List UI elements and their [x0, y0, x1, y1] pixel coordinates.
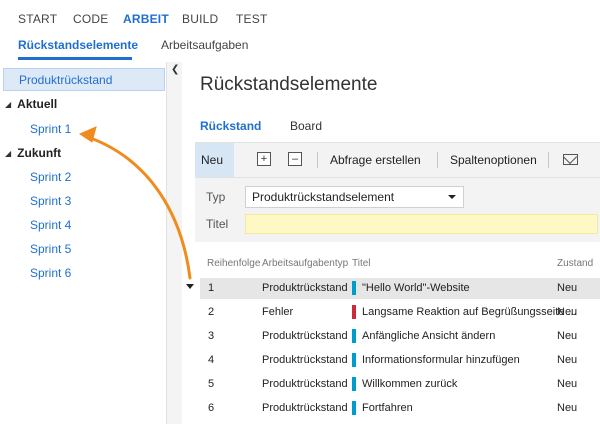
cell-order: 2: [208, 306, 215, 318]
expanded-triangle-icon[interactable]: ◢: [5, 149, 11, 158]
backlog-tree-pane: [0, 62, 182, 424]
cell-type: Produktrückstand: [262, 354, 348, 366]
nav-test[interactable]: TEST: [236, 12, 267, 26]
column-header-type[interactable]: Arbeitsaufgabentyp: [262, 258, 348, 269]
cell-order: 6: [208, 402, 215, 414]
create-query-button[interactable]: Abfrage erstellen: [330, 153, 421, 167]
nav-arbeit[interactable]: ARBEIT: [123, 12, 169, 26]
table-row[interactable]: 5 Produktrückstand Willkommen zurück Neu: [200, 374, 600, 395]
tree-item-sprint-3[interactable]: Sprint 3: [30, 194, 71, 208]
tab-rueckstand[interactable]: Rückstand: [200, 119, 261, 133]
cell-title[interactable]: Informationsformular hinzufügen: [362, 354, 520, 366]
active-subtab-indicator: [18, 57, 132, 60]
pane-collapse-bar[interactable]: ❮: [166, 62, 182, 424]
cell-type: Produktrückstand: [262, 330, 348, 342]
cell-type: Produktrückstand: [262, 282, 348, 294]
column-header-order[interactable]: Reihenfolge: [207, 258, 260, 269]
top-navigation: START CODE ARBEIT BUILD TEST Rückstandse…: [0, 0, 600, 62]
toolbar-divider: [317, 152, 318, 168]
table-row[interactable]: 1 Produktrückstand "Hello World"-Website Ne…: [200, 278, 600, 299]
tree-group-label: Aktuell: [17, 97, 58, 111]
tree-item-sprint-4[interactable]: Sprint 4: [30, 218, 71, 232]
tree-item-sprint-2[interactable]: Sprint 2: [30, 170, 71, 184]
cell-state: Neu: [557, 354, 578, 366]
expanded-triangle-icon[interactable]: ◢: [5, 100, 11, 109]
collapse-all-icon[interactable]: –: [288, 152, 302, 166]
column-header-state[interactable]: Zustand: [557, 258, 593, 269]
title-label: Titel: [206, 217, 229, 231]
table-row[interactable]: 3 Produktrückstand Anfängliche Ansicht änd…: [200, 326, 600, 347]
cell-type: Produktrückstand: [262, 402, 348, 414]
work-item-type-select[interactable]: Produktrückstandselement: [245, 186, 464, 208]
cell-state: Neu: [557, 378, 578, 390]
new-button[interactable]: Neu: [195, 143, 234, 177]
chevron-left-icon[interactable]: ❮: [171, 64, 179, 75]
table-row[interactable]: 4 Produktrückstand Informationsformular hi…: [200, 350, 600, 371]
cell-type: Fehler: [262, 306, 294, 318]
tab-board[interactable]: Board: [290, 119, 322, 133]
column-header-title[interactable]: Titel: [352, 258, 371, 269]
cell-title[interactable]: Fortfahren: [362, 402, 413, 414]
cell-state: Neu: [557, 306, 578, 318]
expand-all-icon[interactable]: +: [257, 152, 271, 166]
cell-title[interactable]: Willkommen zurück: [362, 378, 457, 390]
subtab-arbeitsaufgaben[interactable]: Arbeitsaufgaben: [161, 38, 248, 52]
work-item-color-bar: [352, 353, 356, 367]
cell-title[interactable]: Anfängliche Ansicht ändern: [362, 330, 495, 342]
toolbar-divider: [548, 152, 549, 168]
table-row[interactable]: 2 Fehler Langsame Reaktion auf Begrüßungss…: [200, 302, 600, 323]
tree-group-zukunft[interactable]: ◢ Zukunft: [5, 146, 61, 160]
toolbar-divider: [437, 152, 438, 168]
tree-group-label: Zukunft: [17, 146, 62, 160]
work-item-color-bar: [352, 281, 356, 295]
work-item-color-bar: [352, 305, 356, 319]
column-options-button[interactable]: Spaltenoptionen: [450, 153, 537, 167]
cell-state: Neu: [557, 330, 578, 342]
subtab-rueckstandselemente[interactable]: Rückstandselemente: [18, 38, 138, 52]
work-item-type-value: Produktrückstandselement: [252, 190, 395, 204]
nav-code[interactable]: CODE: [73, 12, 108, 26]
tree-group-aktuell[interactable]: ◢ Aktuell: [5, 97, 57, 111]
work-item-color-bar: [352, 377, 356, 391]
cell-order: 1: [208, 282, 215, 294]
current-row-pointer-icon: [186, 284, 194, 289]
type-label: Typ: [206, 190, 226, 204]
cell-order: 5: [208, 378, 215, 390]
tree-item-sprint-1[interactable]: Sprint 1: [30, 122, 71, 136]
cell-title[interactable]: Langsame Reaktion auf Begrüßungsseite ..…: [362, 306, 577, 318]
cell-type: Produktrückstand: [262, 378, 348, 390]
tree-item-produktrueckstand[interactable]: Produktrückstand: [3, 68, 165, 91]
tree-item-sprint-5[interactable]: Sprint 5: [30, 242, 71, 256]
cell-state: Neu: [557, 402, 578, 414]
work-item-color-bar: [352, 329, 356, 343]
table-row[interactable]: 6 Produktrückstand Fortfahren Neu: [200, 398, 600, 419]
dropdown-caret-icon[interactable]: [448, 195, 456, 199]
mail-icon[interactable]: [563, 154, 578, 165]
page-title: Rückstandselemente: [200, 74, 378, 95]
quick-add-panel: Typ Produktrückstandselement Titel: [195, 178, 600, 242]
nav-build[interactable]: BUILD: [182, 12, 218, 26]
cell-title[interactable]: "Hello World"-Website: [362, 282, 470, 294]
title-input[interactable]: [245, 214, 598, 234]
backlog-toolbar: Neu + – Abfrage erstellen Spaltenoptione…: [195, 142, 600, 178]
tree-item-sprint-6[interactable]: Sprint 6: [30, 266, 71, 280]
cell-order: 3: [208, 330, 215, 342]
cell-order: 4: [208, 354, 215, 366]
cell-state: Neu: [557, 282, 578, 294]
nav-start[interactable]: START: [18, 12, 57, 26]
work-item-color-bar: [352, 401, 356, 415]
